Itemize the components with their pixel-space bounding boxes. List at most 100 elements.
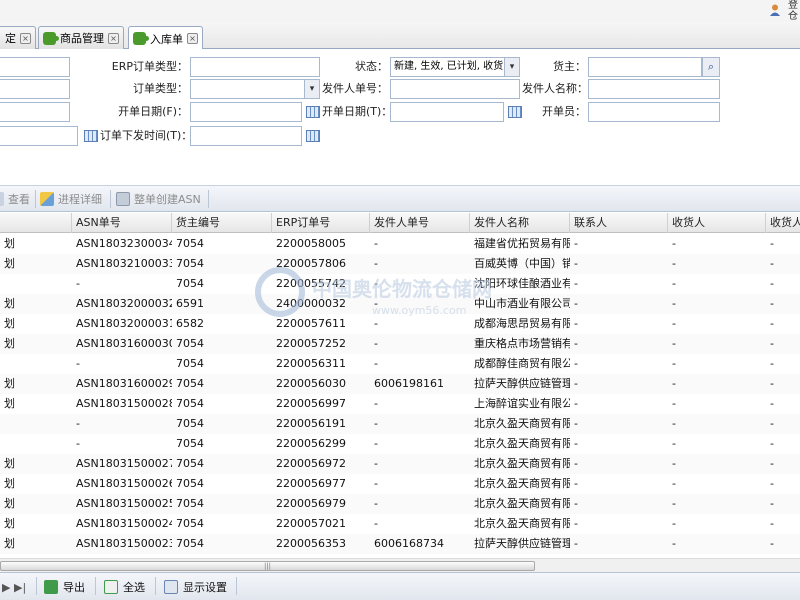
cell-col-sender-no: - (374, 477, 378, 490)
puzzle-icon (133, 32, 149, 45)
cell-col-owner-code: 6591 (176, 297, 204, 310)
calendar-icon[interactable] (84, 130, 98, 142)
field-partial-2[interactable] (0, 79, 70, 99)
next-page-button[interactable]: ▶ (2, 578, 10, 596)
create-asn-button[interactable]: 整单创建ASN (116, 189, 201, 209)
settings-icon (164, 580, 178, 594)
horizontal-scrollbar[interactable]: ||| (0, 558, 800, 572)
cell-col-contact: - (574, 437, 578, 450)
table-row[interactable]: 划 ASN18031500023 7054 2200056353 6006168734 拉… (0, 534, 800, 554)
close-icon[interactable]: × (20, 32, 31, 44)
open-date-from-input[interactable] (190, 102, 302, 122)
header-col-contact[interactable]: 联系人 (570, 213, 668, 233)
table-row[interactable]: 划 ASN18031500028 7054 2200056997- 上海醉谊实业有限公 -… (0, 394, 800, 414)
header-col-receiver-2[interactable]: 收货人 (766, 213, 800, 233)
cell-col-owner-code: 7054 (176, 357, 204, 370)
table-row[interactable]: 划ASN1803200003265912400000032-中山市酒业有限公司仓… (0, 294, 800, 314)
display-settings-button[interactable]: 显示设置 (164, 578, 227, 596)
cell-col-owner-code: 7054 (176, 377, 204, 390)
cell-col-partial (0, 434, 72, 454)
toolbar-separator (110, 190, 111, 208)
cell-col-receiver-2: - (770, 277, 774, 290)
view-label: 查看 (8, 193, 30, 206)
table-row[interactable]: -7054 2200055742- 沈阳环球佳酿酒业有 - - - (0, 274, 800, 294)
search-icon[interactable]: ⌕ (702, 57, 720, 77)
scroll-thumb[interactable]: ||| (0, 561, 535, 571)
close-icon[interactable]: × (108, 32, 119, 44)
user-info[interactable]: 登 仓 (788, 0, 800, 22)
sender-no-input[interactable] (390, 79, 520, 99)
cell-col-partial: 划 (4, 537, 15, 550)
progress-detail-button[interactable]: 进程详细 (40, 189, 102, 209)
tab-partial[interactable]: 定 × (0, 26, 36, 49)
issue-time-from-input[interactable] (0, 126, 78, 146)
select-all-button[interactable]: 全选 (104, 578, 145, 596)
issue-time-to-input[interactable] (190, 126, 302, 146)
cell-col-erp-order-no: 2200056972 (276, 457, 346, 470)
field-partial-1[interactable] (0, 57, 70, 77)
sender-name-input[interactable] (588, 79, 720, 99)
pager-separator (155, 577, 156, 595)
table-row[interactable]: -7054 2200056299- 北京久盈天商贸有限 - - - (0, 434, 800, 454)
header-col-asn-no[interactable]: ASN单号 (72, 213, 172, 233)
table-row[interactable]: 划 ASN18031600029 7054 2200056030 6006198161 拉… (0, 374, 800, 394)
header-col-owner-code[interactable]: 货主编号 (172, 213, 272, 233)
close-icon[interactable]: × (187, 33, 198, 44)
erp-order-type-input[interactable] (190, 57, 320, 77)
cell-col-erp-order-no: 2200058005 (276, 237, 346, 250)
pager-separator (36, 577, 37, 595)
cell-col-owner-code: 7054 (176, 417, 204, 430)
owner-input[interactable] (588, 57, 702, 77)
table-row[interactable]: -7054 2200056191- 北京久盈天商贸有限 - - - (0, 414, 800, 434)
table-row[interactable]: 划 ASN18031500024 7054 2200057021- 北京久盈天商贸有限 -… (0, 514, 800, 534)
cell-col-sender-no: - (374, 437, 378, 450)
table-row[interactable]: 划 ASN18031600030 7054 2200057252- 重庆格点市场营销有 -… (0, 334, 800, 354)
table-row[interactable]: 划 ASN18032300034 7054 2200058005- 福建省优拓贸易有限 -… (0, 234, 800, 254)
last-page-button[interactable]: ▶| (14, 578, 26, 596)
last-icon: ▶| (14, 580, 27, 594)
order-type-select[interactable] (190, 79, 320, 99)
cell-col-receiver: - (672, 537, 676, 550)
tab-label: 定 (5, 32, 16, 45)
table-row[interactable]: 划 ASN18031500026 7054 2200056977- 北京久盈天商贸有限 -… (0, 474, 800, 494)
display-settings-label: 显示设置 (183, 581, 227, 594)
header-col-partial[interactable] (0, 213, 72, 233)
opener-input[interactable] (588, 102, 720, 122)
toolbar-separator (208, 190, 209, 208)
tab-inbound-order[interactable]: 入库单 × (128, 26, 203, 50)
cell-col-contact: - (574, 377, 578, 390)
cell-col-sender-no: - (374, 517, 378, 530)
field-partial-3[interactable] (0, 102, 70, 122)
cell-col-receiver-2: - (770, 537, 774, 550)
open-date-to-input[interactable] (390, 102, 504, 122)
cell-col-asn-no: - (76, 417, 80, 430)
header-col-sender-no[interactable]: 发件人单号 (370, 213, 470, 233)
user-icon (770, 4, 780, 16)
cell-col-sender-name: 北京久盈天商贸有限 (474, 517, 570, 530)
cell-col-contact: - (574, 277, 578, 290)
cell-col-contact: - (574, 237, 578, 250)
table-row[interactable]: 划 ASN18032100033 7054 2200057806- 百威英博（中国）销 -… (0, 254, 800, 274)
table-row[interactable]: -7054 2200056311- 成都醇佳商贸有限公 - - - (0, 354, 800, 374)
table-row[interactable]: 划 ASN18031500025 7054 2200056979- 北京久盈天商贸有限 -… (0, 494, 800, 514)
cell-col-asn-no: ASN18031500028 (76, 397, 172, 410)
cell-col-owner-code: 7054 (176, 397, 204, 410)
table-row[interactable]: 划 ASN18032000031 6582 2200057611- 成都海思昂贸易有限 -… (0, 314, 800, 334)
header-col-sender-name[interactable]: 发件人名称 (470, 213, 570, 233)
table-row[interactable]: 划 ASN18031500027 7054 2200056972- 北京久盈天商贸有限 -… (0, 454, 800, 474)
cell-col-partial: 划 (4, 317, 15, 330)
export-button[interactable]: 导出 (44, 578, 85, 596)
cell-col-sender-no: - (374, 277, 378, 290)
calendar-icon[interactable] (306, 106, 320, 118)
cell-col-asn-no: ASN18031500027 (76, 457, 172, 470)
cell-col-receiver: - (672, 277, 676, 290)
header-col-receiver[interactable]: 收货人 (668, 213, 766, 233)
calendar-icon[interactable] (306, 130, 320, 142)
cell-col-contact: - (574, 457, 578, 470)
calendar-icon[interactable] (508, 106, 522, 118)
header-col-erp-order-no[interactable]: ERP订单号 (272, 213, 370, 233)
tab-goods-management[interactable]: 商品管理 × (38, 26, 124, 49)
status-select[interactable]: 新建, 生效, 已计划, 收货 (390, 57, 520, 77)
cell-col-receiver-2: - (770, 357, 774, 370)
view-button[interactable]: 查看 (0, 189, 30, 209)
